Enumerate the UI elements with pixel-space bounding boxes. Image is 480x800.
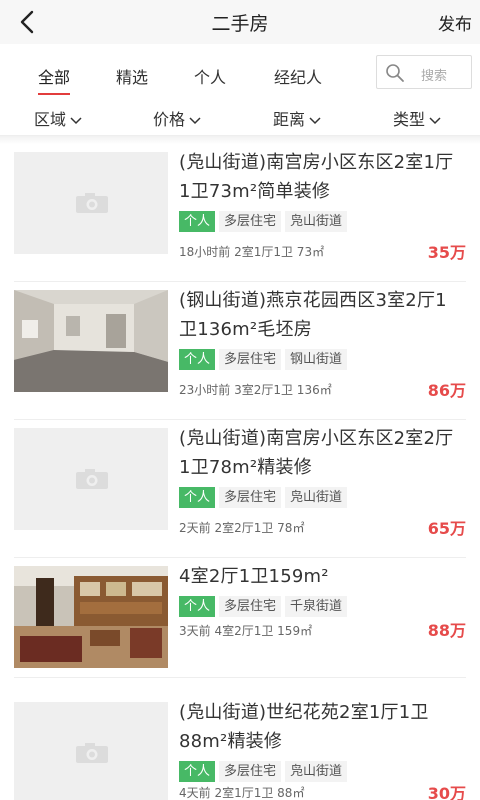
tag-personal: 个人 xyxy=(179,349,216,370)
empty-room-photo xyxy=(14,290,168,392)
listing-meta: 3天前 4室2厅1卫 159㎡ xyxy=(179,624,313,638)
page-title: 二手房 xyxy=(211,13,269,35)
filter-price-label: 价格 xyxy=(153,110,186,129)
listing-title: (凫山街道)南宫房小区东区2室1厅1卫73m²简单装修 xyxy=(179,152,454,202)
app-header: 二手房 发布 xyxy=(0,0,480,44)
listing-title: 4室2厅1卫159m² xyxy=(179,566,329,587)
listing-price: 35万 xyxy=(427,243,466,262)
listing-price: 86万 xyxy=(427,381,466,400)
listing-price: 88万 xyxy=(427,621,466,640)
listing-tags: 个人 多层住宅 钢山街道 xyxy=(179,348,462,370)
living-room-photo xyxy=(14,566,168,668)
list-item[interactable]: 4室2厅1卫159m² 个人 多层住宅 千泉街道 3天前 4室2厅1卫 159㎡ 8… xyxy=(14,558,466,678)
chevron-down-icon xyxy=(309,116,321,124)
listing-photo xyxy=(14,566,168,668)
tag-personal: 个人 xyxy=(179,487,216,508)
listing-meta: 2天前 2室2厅1卫 78㎡ xyxy=(179,521,305,535)
tag-building-type: 多层住宅 xyxy=(219,349,282,370)
listing-title: (钢山街道)燕京花园西区3室2厅1卫136m²毛坯房 xyxy=(179,290,447,340)
filter-type-label: 类型 xyxy=(393,110,426,129)
tag-district: 凫山街道 xyxy=(285,211,348,232)
list-item[interactable]: (凫山街道)世纪花苑2室1厅1卫88m²精装修 个人 多层住宅 凫山街道 4天前 2… xyxy=(14,694,466,800)
listing-list: (凫山街道)南宫房小区东区2室1厅1卫73m²简单装修 个人 多层住宅 凫山街道 1… xyxy=(0,144,480,800)
listing-tags: 个人 多层住宅 凫山街道 xyxy=(179,760,462,782)
camera-placeholder-icon xyxy=(76,193,108,213)
filter-shadow xyxy=(0,136,480,144)
tag-building-type: 多层住宅 xyxy=(219,211,282,232)
listing-thumbnail xyxy=(14,428,168,530)
tag-personal: 个人 xyxy=(179,596,216,617)
filter-distance-label: 距离 xyxy=(273,110,306,129)
filter-distance[interactable]: 距离 xyxy=(273,106,322,130)
listing-price: 30万 xyxy=(427,784,466,800)
chevron-down-icon xyxy=(189,116,201,124)
tag-district: 凫山街道 xyxy=(285,761,348,782)
tab-agent[interactable]: 经纪人 xyxy=(274,64,322,88)
listing-tags: 个人 多层住宅 凫山街道 xyxy=(179,486,462,508)
listing-thumbnail xyxy=(14,702,168,800)
search-input[interactable]: 搜索 xyxy=(376,55,472,89)
filter-area[interactable]: 区域 xyxy=(34,106,83,130)
filter-type[interactable]: 类型 xyxy=(393,106,442,130)
listing-meta: 4天前 2室1厅1卫 88㎡ xyxy=(179,786,305,800)
listing-tags: 个人 多层住宅 凫山街道 xyxy=(179,210,462,232)
tab-personal[interactable]: 个人 xyxy=(194,64,226,88)
chevron-down-icon xyxy=(70,116,82,124)
publish-button[interactable]: 发布 xyxy=(438,10,472,35)
tag-building-type: 多层住宅 xyxy=(219,761,282,782)
listing-meta: 23小时前 3室2厅1卫 136㎡ xyxy=(179,383,332,397)
filter-price[interactable]: 价格 xyxy=(153,106,202,130)
listing-thumbnail xyxy=(14,152,168,254)
list-item[interactable]: (钢山街道)燕京花园西区3室2厅1卫136m²毛坯房 个人 多层住宅 钢山街道 23… xyxy=(14,282,466,420)
tag-building-type: 多层住宅 xyxy=(219,487,282,508)
listing-photo xyxy=(14,290,168,392)
list-item[interactable]: (凫山街道)南宫房小区东区2室1厅1卫73m²简单装修 个人 多层住宅 凫山街道 1… xyxy=(14,144,466,282)
listing-title: (凫山街道)世纪花苑2室1厅1卫88m²精装修 xyxy=(179,702,429,752)
tab-featured[interactable]: 精选 xyxy=(116,64,148,88)
tag-district: 千泉街道 xyxy=(285,596,348,617)
listing-title: (凫山街道)南宫房小区东区2室2厅1卫78m²精装修 xyxy=(179,428,454,478)
tag-building-type: 多层住宅 xyxy=(219,596,282,617)
filter-area-label: 区域 xyxy=(34,110,67,129)
tag-district: 凫山街道 xyxy=(285,487,348,508)
tag-personal: 个人 xyxy=(179,211,216,232)
listing-tags: 个人 多层住宅 千泉街道 xyxy=(179,595,462,617)
listing-price: 65万 xyxy=(427,519,466,538)
list-item[interactable]: (凫山街道)南宫房小区东区2室2厅1卫78m²精装修 个人 多层住宅 凫山街道 2天… xyxy=(14,420,466,558)
chevron-down-icon xyxy=(429,116,441,124)
tag-personal: 个人 xyxy=(179,761,216,782)
listing-meta: 18小时前 2室1厅1卫 73㎡ xyxy=(179,245,325,259)
tag-district: 钢山街道 xyxy=(285,349,348,370)
camera-placeholder-icon xyxy=(76,469,108,489)
camera-placeholder-icon xyxy=(76,743,108,763)
search-placeholder: 搜索 xyxy=(421,69,448,84)
filter-bar: 区域 价格 距离 类型 xyxy=(0,96,480,136)
tab-all[interactable]: 全部 xyxy=(38,64,71,95)
search-icon xyxy=(386,64,404,82)
